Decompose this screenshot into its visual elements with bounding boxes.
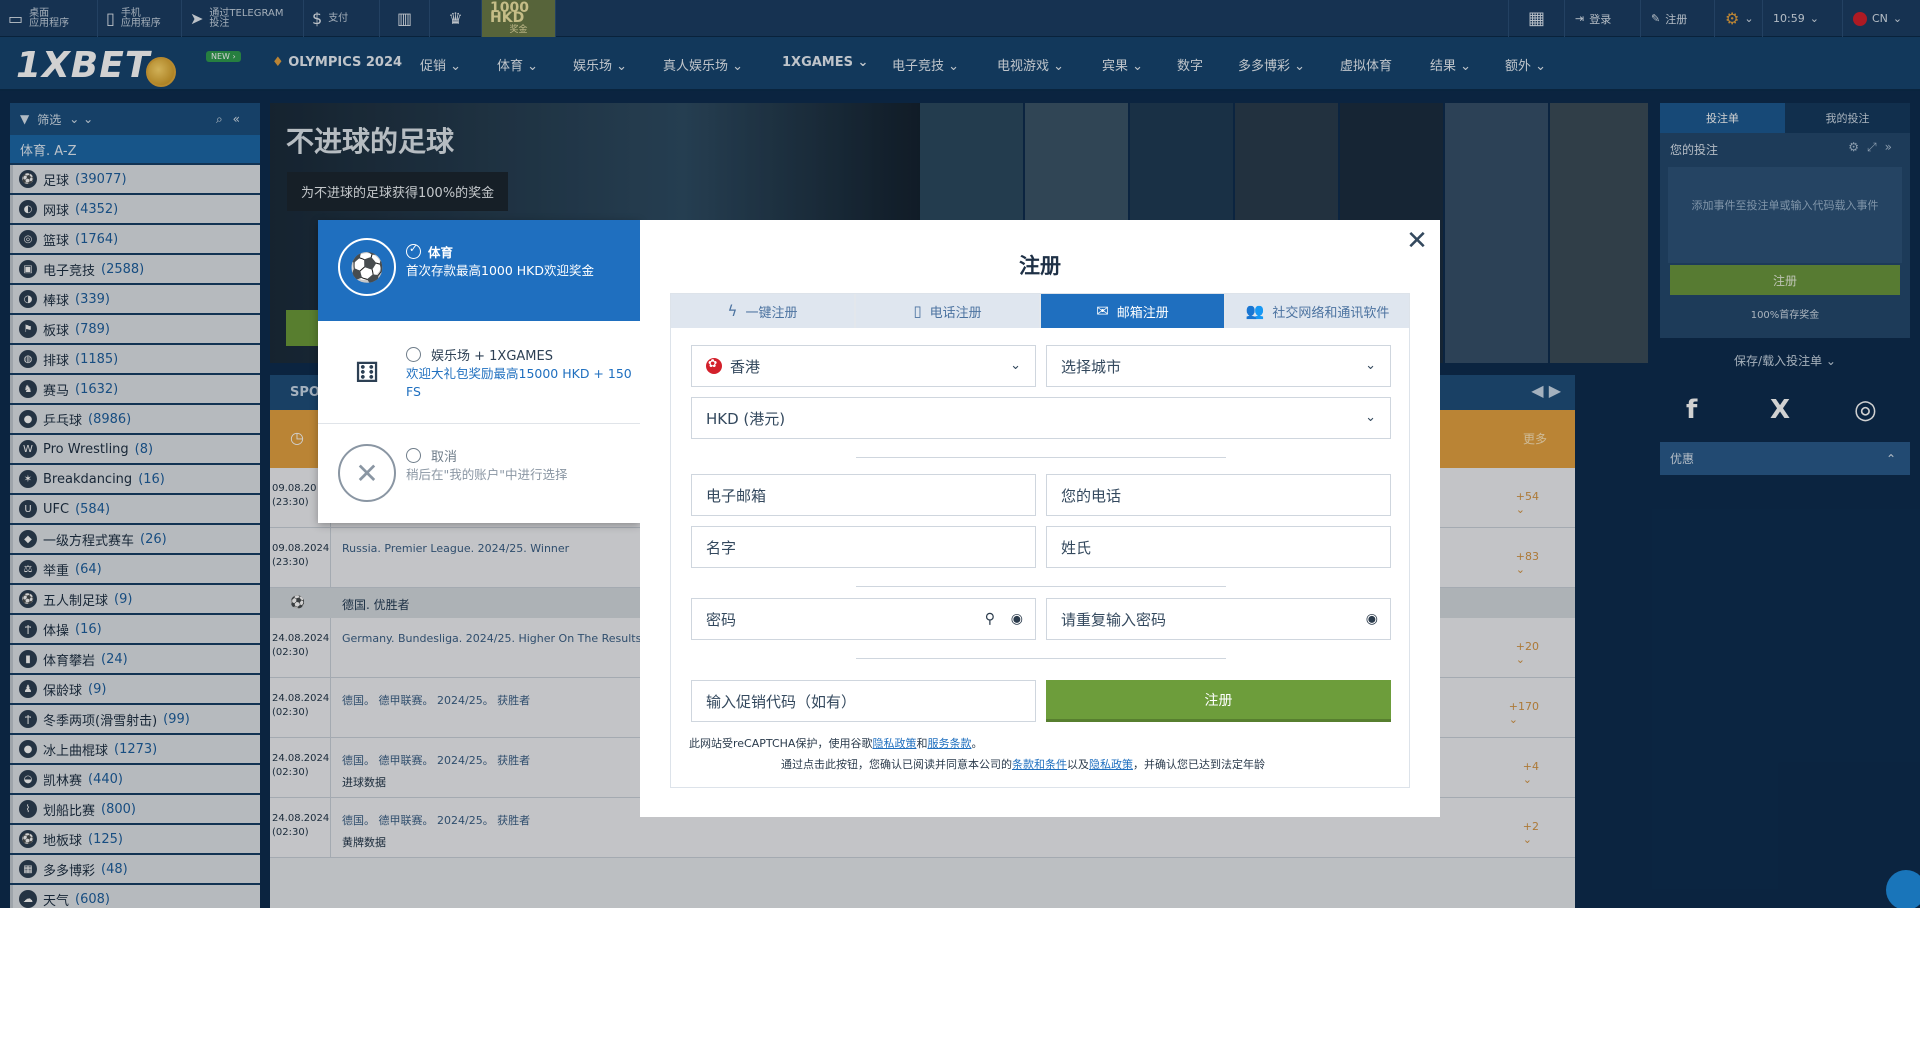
bonus-selector: ⚽ ✓ 体育 首次存款最高1000 HKD欢迎奖金 ⚅ 娱乐场 + 1XGAME…: [318, 220, 640, 523]
tab-phone[interactable]: ▯ 电话注册: [856, 294, 1039, 328]
users-icon: 👥: [1245, 302, 1265, 320]
tab-social[interactable]: 👥 社交网络和通讯软件: [1226, 294, 1409, 328]
country-value: 香港: [730, 357, 761, 376]
currency-value: HKD (港元): [706, 409, 786, 428]
lastname-field[interactable]: 姓氏: [1046, 526, 1391, 568]
divider: [856, 586, 1226, 587]
radio-unchecked-icon[interactable]: [406, 347, 421, 362]
currency-select[interactable]: HKD (港元) ⌄: [691, 397, 1391, 439]
terms-conditions-link[interactable]: 条款和条件: [1012, 758, 1067, 771]
registration-tabs: ϟ 一键注册 ▯ 电话注册 ✉ 邮箱注册 👥 社交网络和通讯软件: [671, 294, 1409, 328]
agreement-note: 通过点击此按钮，您确认已阅读并同意本公司的条款和条件以及隐私政策，并确认您已达到…: [781, 758, 1265, 771]
casino-chips-icon: ⚅: [354, 355, 380, 389]
tab-email-label: 邮箱注册: [1116, 305, 1169, 321]
phone-placeholder: 您的电话: [1061, 486, 1122, 505]
country-select[interactable]: 香港 ⌄: [691, 345, 1036, 387]
tab-social-label: 社交网络和通讯软件: [1272, 305, 1390, 321]
envelope-icon: ✉: [1096, 302, 1109, 320]
recaptcha-note: 此网站受reCAPTCHA保护，使用谷歌隐私政策和服务条款。: [689, 737, 983, 750]
key-icon[interactable]: ⚲: [985, 611, 995, 627]
registration-modal: ✕ 注册 ϟ一键注册 ▯电话注册 ✉邮箱注册 👥社交网络和通讯软件 香港⌄ 选择…: [640, 220, 1440, 817]
divider: [856, 658, 1226, 659]
city-value: 选择城市: [1061, 357, 1122, 376]
phone-icon: ▯: [913, 302, 922, 320]
register-submit-button[interactable]: 注册: [1046, 680, 1391, 722]
bonus-desc: 欢迎大礼包奖励最高15000 HKD + 150 FS: [406, 366, 632, 399]
eye-icon[interactable]: ◉: [1366, 611, 1378, 627]
lightning-icon: ϟ: [727, 302, 738, 320]
chevron-down-icon: ⌄: [1365, 410, 1376, 425]
promo-code-field[interactable]: 输入促销代码（如有）: [691, 680, 1036, 722]
password-repeat-placeholder: 请重复输入密码: [1061, 610, 1167, 629]
tab-one-click[interactable]: ϟ 一键注册: [671, 294, 854, 328]
modal-title: 注册: [1019, 254, 1061, 278]
divider: [856, 457, 1226, 458]
eye-icon[interactable]: ◉: [1011, 611, 1023, 627]
privacy-link-2[interactable]: 隐私政策: [1089, 758, 1133, 771]
tab-phone-label: 电话注册: [929, 305, 982, 321]
chevron-down-icon: ⌄: [1365, 358, 1376, 373]
radio-unchecked-icon[interactable]: [406, 448, 421, 463]
tab-one-click-label: 一键注册: [745, 305, 798, 321]
email-placeholder: 电子邮箱: [706, 486, 767, 505]
close-circle-icon: ✕: [338, 444, 396, 502]
email-field[interactable]: 电子邮箱: [691, 474, 1036, 516]
promo-placeholder: 输入促销代码（如有）: [706, 692, 857, 711]
phone-field[interactable]: 您的电话: [1046, 474, 1391, 516]
password-placeholder: 密码: [706, 610, 737, 629]
lastname-placeholder: 姓氏: [1061, 538, 1092, 557]
bonus-title: 娱乐场 + 1XGAMES: [431, 349, 553, 364]
radio-checked-icon[interactable]: ✓: [406, 242, 421, 259]
bonus-title: 取消: [431, 450, 458, 465]
tab-email[interactable]: ✉ 邮箱注册: [1041, 294, 1224, 328]
bonus-desc: 稍后在"我的账户"中进行选择: [406, 467, 568, 482]
bonus-option-cancel[interactable]: ✕ 取消 稍后在"我的账户"中进行选择: [318, 424, 640, 523]
terms-service-link[interactable]: 服务条款: [927, 737, 971, 750]
password-field[interactable]: 密码 ⚲ ◉: [691, 598, 1036, 640]
chevron-down-icon: ⌄: [1010, 358, 1021, 373]
blank-area: [265, 908, 1920, 1040]
flag-hk-icon: [706, 357, 722, 374]
password-repeat-field[interactable]: 请重复输入密码 ◉: [1046, 598, 1391, 640]
registration-form: ϟ 一键注册 ▯ 电话注册 ✉ 邮箱注册 👥 社交网络和通讯软件 香港 ⌄ 选择城市 ⌄ H…: [670, 293, 1410, 788]
app-root: ▭ 桌面 应用程序 ▯ 手机 应用程序 ➤ 通过TELEGRAM 投注 $ 支付 ▥ ♛…: [0, 0, 1920, 908]
firstname-placeholder: 名字: [706, 538, 737, 557]
bonus-title: 体育: [428, 245, 454, 260]
privacy-link[interactable]: 隐私政策: [872, 737, 916, 750]
city-select[interactable]: 选择城市 ⌄: [1046, 345, 1391, 387]
bonus-option-casino[interactable]: ⚅ 娱乐场 + 1XGAMES 欢迎大礼包奖励最高15000 HKD + 150…: [318, 321, 640, 424]
soccer-ball-icon: ⚽: [338, 238, 396, 296]
bonus-desc: 首次存款最高1000 HKD欢迎奖金: [406, 263, 595, 278]
bonus-option-sports[interactable]: ⚽ ✓ 体育 首次存款最高1000 HKD欢迎奖金: [318, 220, 640, 321]
firstname-field[interactable]: 名字: [691, 526, 1036, 568]
